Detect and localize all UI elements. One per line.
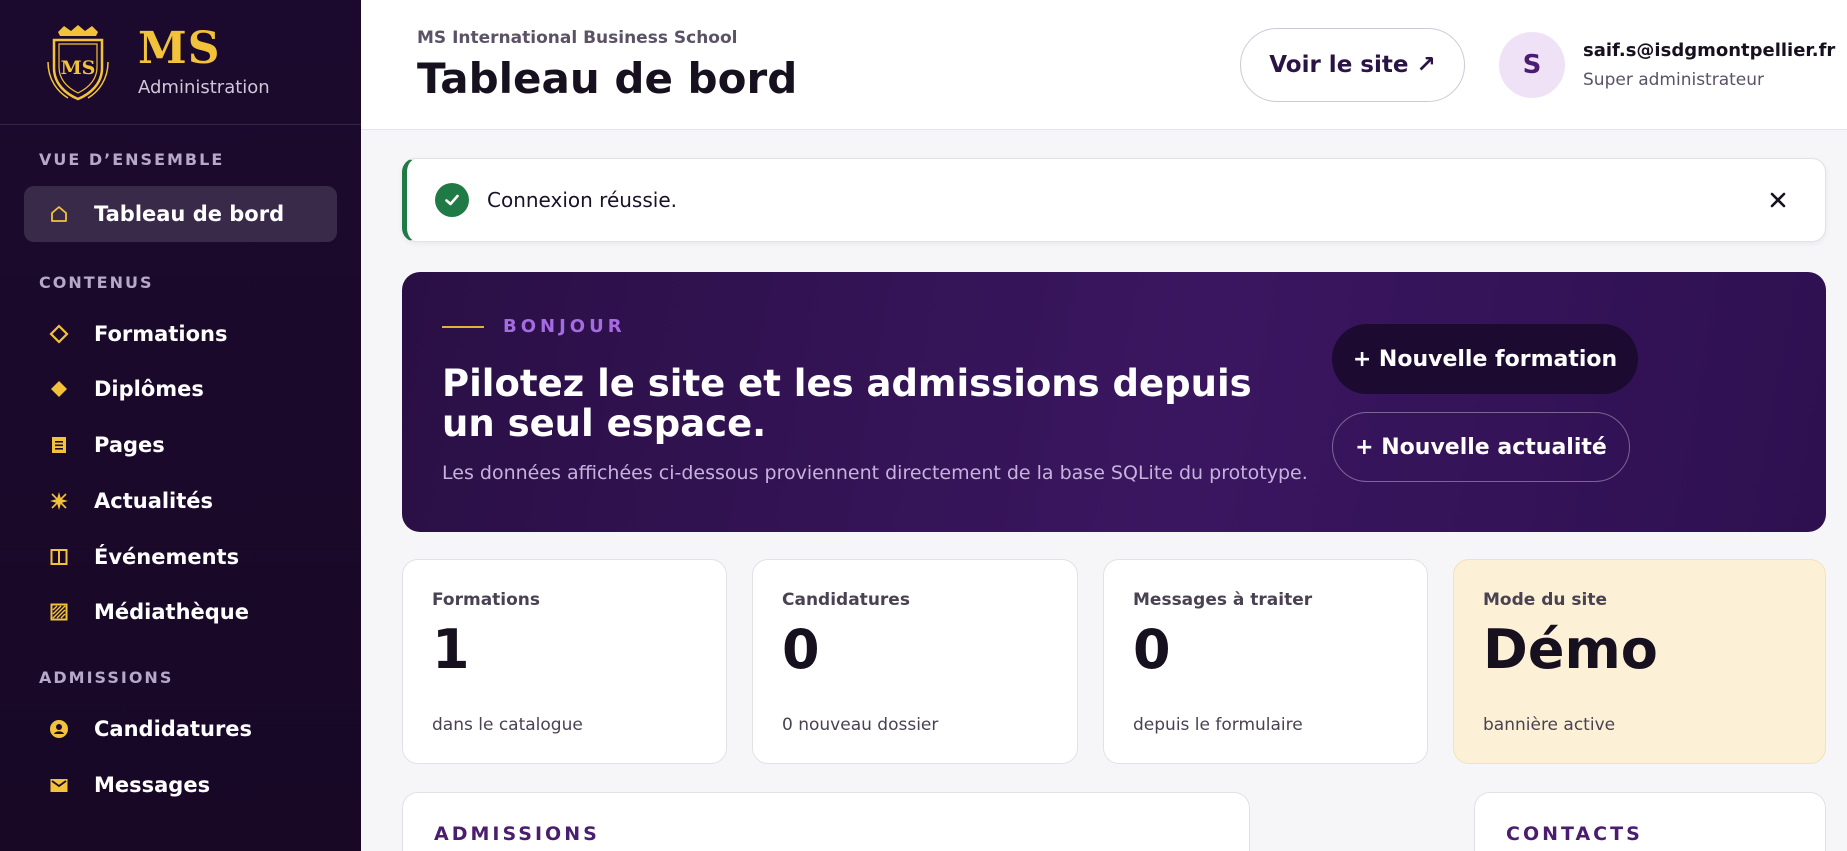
main-content: MS International Business School Tableau… [361,0,1847,851]
stat-label: Mode du site [1483,590,1608,610]
sidebar-item-label: Candidatures [94,717,253,741]
sidebar-item-dashboard[interactable]: Tableau de bord [24,186,337,242]
alert-message: Connexion réussie. [487,188,677,212]
brand-text: MS Administration [138,22,270,98]
stat-value: 0 [782,618,820,681]
media-icon [48,601,70,623]
stat-card-site-mode[interactable]: Mode du site Démo bannière active [1453,559,1826,764]
avatar[interactable]: S [1499,32,1565,98]
stat-card-candidatures[interactable]: Candidatures 0 0 nouveau dossier [752,559,1078,764]
section-label-admissions: ADMISSIONS [39,668,174,687]
hero-headline: Pilotez le site et les admissions depuis… [442,362,1252,445]
stat-card-messages[interactable]: Messages à traiter 0 depuis le formulair… [1103,559,1428,764]
diamond-outline-icon [48,323,70,345]
page-title: Tableau de bord [417,54,798,103]
user-circle-icon [48,718,70,740]
sparkle-icon [48,490,70,512]
stat-value: 1 [432,618,470,681]
stat-note: depuis le formulaire [1133,715,1303,735]
welcome-banner: BONJOUR Pilotez le site et les admission… [402,272,1826,532]
stat-value: 0 [1133,618,1171,681]
document-icon [48,434,70,456]
sidebar-item-evenements[interactable]: Événements [24,529,337,585]
success-alert: Connexion réussie. [402,158,1826,242]
close-icon[interactable] [1765,187,1791,213]
user-role: Super administrateur [1583,70,1765,90]
sidebar-item-candidatures[interactable]: Candidatures [24,701,337,757]
sidebar-item-formations[interactable]: Formations [24,306,337,362]
sidebar-item-messages[interactable]: Messages [24,757,337,813]
sidebar-item-label: Formations [94,322,228,346]
section-label-overview: VUE D’ENSEMBLE [39,150,225,169]
admin-app: MS MS Administration VUE D’ENSEMBLE Tabl… [0,0,1847,851]
check-circle-icon [435,183,469,217]
sidebar-item-label: Pages [94,433,165,457]
stat-note: dans le catalogue [432,715,583,735]
stat-label: Messages à traiter [1133,590,1313,610]
home-icon [48,203,70,225]
section-label-contents: CONTENUS [39,273,154,292]
sidebar-item-label: Événements [94,545,240,569]
panel-title-contacts: CONTACTS [1506,823,1643,845]
admissions-panel: ADMISSIONS [402,792,1250,851]
sidebar-item-label: Messages [94,773,211,797]
hero-eyebrow: BONJOUR [503,316,626,337]
diamond-filled-icon [48,378,70,400]
sidebar-item-actualites[interactable]: Actualités [24,473,337,529]
panel-title-admissions: ADMISSIONS [434,823,600,845]
sidebar-item-label: Médiathèque [94,600,249,624]
contacts-panel: CONTACTS [1474,792,1826,851]
hero-subtitle: Les données affichées ci-dessous provien… [442,462,1308,484]
stat-note: 0 nouveau dossier [782,715,939,735]
view-site-button[interactable]: Voir le site ↗ [1240,28,1465,102]
brand[interactable]: MS MS Administration [0,0,361,125]
user-email: saif.s@isdgmontpellier.fr [1583,40,1836,61]
stat-note: bannière active [1483,715,1616,735]
new-formation-button[interactable]: + Nouvelle formation [1332,324,1638,394]
school-name: MS International Business School [417,28,738,48]
sidebar-item-mediatheque[interactable]: Médiathèque [24,584,337,640]
new-news-button[interactable]: + Nouvelle actualité [1332,412,1630,482]
sidebar-item-pages[interactable]: Pages [24,417,337,473]
sidebar-item-label: Tableau de bord [94,202,285,226]
topbar: MS International Business School Tableau… [361,0,1847,130]
sidebar-item-label: Actualités [94,489,214,513]
brand-mark: MS [138,22,221,74]
eyebrow-line [442,326,484,328]
sidebar-item-diplomes[interactable]: Diplômes [24,361,337,417]
envelope-icon [48,774,70,796]
crest-letters: MS [61,57,96,79]
stat-value: Démo [1483,618,1658,681]
sidebar: MS MS Administration VUE D’ENSEMBLE Tabl… [0,0,361,851]
sidebar-item-label: Diplômes [94,377,204,401]
brand-subtitle: Administration [138,76,270,98]
stat-label: Candidatures [782,590,910,610]
crest-logo-icon: MS [47,25,109,101]
stat-card-formations[interactable]: Formations 1 dans le catalogue [402,559,727,764]
stat-label: Formations [432,590,541,610]
calendar-columns-icon [48,546,70,568]
